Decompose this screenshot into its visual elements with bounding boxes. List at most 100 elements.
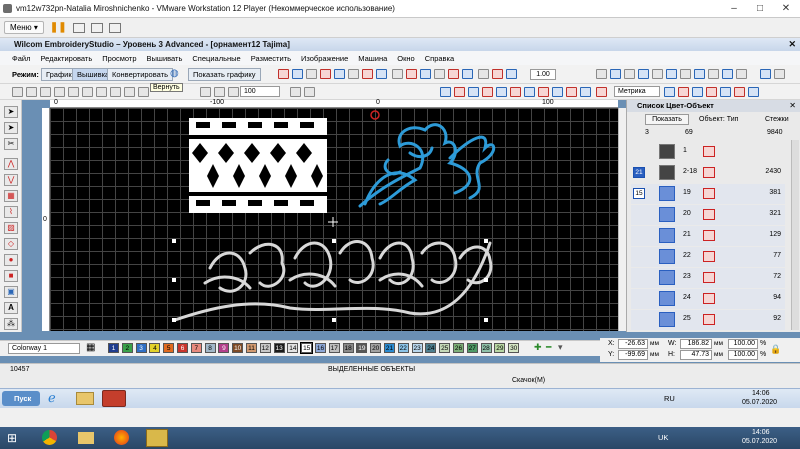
standard-tool-icon[interactable] [228, 87, 239, 97]
view-tool-icon[interactable] [610, 69, 621, 79]
color-swatch[interactable]: 26 [453, 343, 464, 353]
toolbar-tool-icon[interactable] [448, 69, 459, 79]
toolbar-tool-icon[interactable] [376, 69, 387, 79]
fill-tool-icon[interactable]: ▦ [4, 190, 18, 202]
color-swatch[interactable]: 29 [494, 343, 506, 353]
scale-y-field[interactable]: 100.00 [728, 350, 758, 360]
toolbar-tool-icon[interactable] [348, 69, 359, 79]
y-field[interactable]: -99.69 [618, 350, 648, 360]
standard-tool-icon[interactable] [138, 87, 149, 97]
color-swatch[interactable]: 16 [315, 343, 326, 353]
stitch-tool-icon[interactable] [678, 87, 689, 97]
color-swatch[interactable]: 1 [108, 343, 119, 353]
toolbar-tool-icon[interactable] [278, 69, 289, 79]
object-list-row[interactable]: 21 2-18 2430 [631, 163, 785, 183]
toolbar-tool-icon[interactable] [362, 69, 373, 79]
color-swatch[interactable]: 13 [273, 343, 285, 353]
design-canvas[interactable] [50, 108, 618, 331]
menu-arrange[interactable]: Разместить [251, 54, 291, 63]
zoom-factor-field[interactable]: 1.00 [530, 69, 556, 80]
view-tool-icon[interactable] [736, 69, 747, 79]
toolbar-tool-icon[interactable] [334, 69, 345, 79]
stitch-tool-icon[interactable] [524, 87, 535, 97]
color-swatch[interactable]: 22 [397, 343, 409, 353]
wilcom-taskbar-icon[interactable] [102, 390, 126, 407]
stitch-tool-icon[interactable] [734, 87, 745, 97]
windows-start-icon[interactable]: ⊞ [7, 431, 17, 445]
file-explorer-icon[interactable] [78, 432, 94, 444]
vm-menu-button[interactable]: Меню ▾ [4, 21, 44, 34]
standard-tool-icon[interactable] [40, 87, 51, 97]
toolbar-tool-icon[interactable] [478, 69, 489, 79]
stitch-tool-icon[interactable] [510, 87, 521, 97]
object-list-row[interactable]: 21 129 [631, 226, 785, 246]
stitch-tool-icon[interactable] [468, 87, 479, 97]
stitch-tool-icon[interactable] [720, 87, 731, 97]
stitch-tool-icon[interactable] [580, 87, 591, 97]
panel-scrollbar[interactable] [791, 140, 799, 330]
stitch-tool-icon[interactable] [566, 87, 577, 97]
color-swatch[interactable]: 7 [190, 343, 202, 353]
object-list-row[interactable]: 24 94 [631, 289, 785, 309]
color-swatch[interactable]: 28 [480, 343, 492, 353]
toolbar-tool-icon[interactable] [306, 69, 317, 79]
toolbar-tool-icon[interactable] [492, 69, 503, 79]
globe-icon[interactable]: ◍ [170, 68, 179, 79]
h-field[interactable]: 47.73 [680, 350, 712, 360]
stitch-tool-icon[interactable] [596, 87, 607, 97]
lock-proportions-icon[interactable]: 🔒 [770, 344, 781, 355]
palette-menu-icon[interactable]: ▾ [558, 342, 563, 353]
rectangle-tool-icon[interactable]: ■ [4, 270, 18, 282]
color-swatch[interactable]: 11 [246, 343, 257, 353]
standard-tool-icon[interactable] [110, 87, 121, 97]
guest-language[interactable]: RU [664, 394, 675, 403]
view-tool-icon[interactable] [694, 69, 705, 79]
color-swatch[interactable]: 20 [370, 343, 382, 353]
palette-icon[interactable]: ▦ [86, 342, 95, 353]
panel-show-button[interactable]: Показать [645, 114, 689, 125]
object-list-row[interactable]: 22 77 [631, 247, 785, 267]
menu-file[interactable]: Файл [12, 54, 30, 63]
stitch-tool-icon[interactable] [538, 87, 549, 97]
color-swatch[interactable]: 17 [328, 343, 340, 353]
toolbar-tool-icon[interactable] [506, 69, 517, 79]
color-swatch[interactable]: 3 [135, 343, 147, 353]
select-tool-icon[interactable]: ➤ [4, 106, 18, 118]
view-tool-icon[interactable] [722, 69, 733, 79]
color-swatch[interactable]: 24 [425, 343, 437, 353]
column-tool-icon[interactable]: ⋀ [4, 158, 18, 170]
view-tool-icon[interactable] [680, 69, 691, 79]
view-tool-icon[interactable] [760, 69, 771, 79]
menu-help[interactable]: Справка [425, 54, 454, 63]
cut-tool-icon[interactable]: ✂ [4, 138, 18, 150]
view-tool-icon[interactable] [774, 69, 785, 79]
stitch-tool-icon[interactable] [748, 87, 759, 97]
palette-add-icon[interactable]: ✚ [534, 342, 542, 353]
color-swatch[interactable]: 9 [218, 343, 230, 353]
standard-tool-icon[interactable] [12, 87, 23, 97]
removable-devices-icon[interactable] [90, 22, 103, 33]
toolbar-tool-icon[interactable] [434, 69, 445, 79]
color-swatch[interactable]: 21 [384, 343, 395, 353]
view-tool-icon[interactable] [638, 69, 649, 79]
colorway-select[interactable]: Colorway 1 [8, 343, 80, 354]
reshape-tool-icon[interactable]: ➤ [4, 122, 18, 134]
color-swatch[interactable]: 15 [300, 342, 314, 354]
view-tool-icon[interactable] [666, 69, 677, 79]
x-field[interactable]: -26.63 [618, 339, 648, 349]
view-tool-icon[interactable] [652, 69, 663, 79]
w-field[interactable]: 186.82 [680, 339, 712, 349]
color-swatch[interactable]: 2 [121, 343, 133, 353]
stitch-tool-icon[interactable] [692, 87, 703, 97]
outline-tool-icon[interactable]: ◇ [4, 238, 18, 250]
vmware-taskbar-icon[interactable] [146, 429, 168, 447]
object-list-row[interactable]: 20 321 [631, 205, 785, 225]
fullscreen-icon[interactable] [108, 22, 121, 33]
color-swatch[interactable]: 6 [177, 343, 188, 353]
satin-tool-icon[interactable]: ⋁ [4, 174, 18, 186]
units-select[interactable]: Метрика [614, 86, 660, 97]
menu-view[interactable]: Просмотр [102, 54, 136, 63]
toolbar-tool-icon[interactable] [292, 69, 303, 79]
run-tool-icon[interactable]: ⌇ [4, 206, 18, 218]
object-list-row[interactable]: 23 72 [631, 268, 785, 288]
